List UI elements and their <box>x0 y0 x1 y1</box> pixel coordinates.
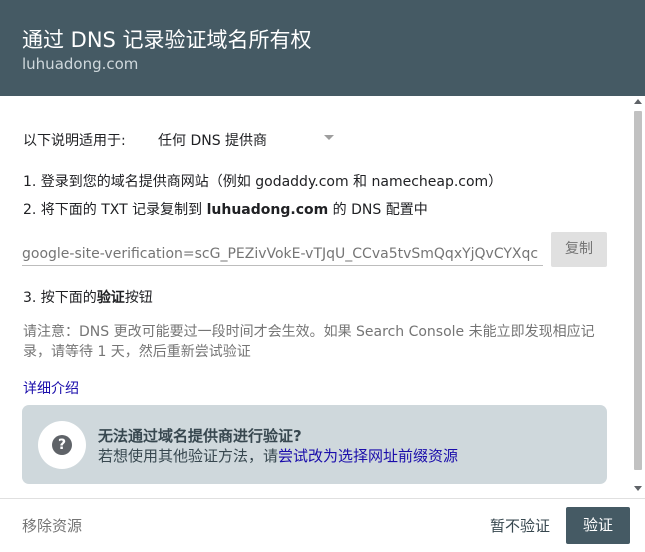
help-title: 无法通过域名提供商进行验证? <box>98 427 302 445</box>
step-2-suffix: 的 DNS 配置中 <box>328 202 428 218</box>
dialog-header: 通过 DNS 记录验证域名所有权 luhuadong.com <box>0 0 645 96</box>
provider-select[interactable]: 任何 DNS 提供商 <box>150 122 340 152</box>
provider-label: 以下说明适用于: <box>23 133 126 149</box>
dialog-footer: 移除资源 暂不验证 验证 <box>0 498 645 552</box>
question-mark-glyph: ? <box>52 435 72 455</box>
help-box: ? 无法通过域名提供商进行验证? 若想使用其他验证方法，请尝试改为选择网址前缀资… <box>22 405 607 484</box>
scroll-up-arrow-icon[interactable] <box>634 99 642 104</box>
step-2-prefix: 2. 将下面的 TXT 记录复制到 <box>23 202 207 218</box>
step-2-text: 2. 将下面的 TXT 记录复制到 luhuadong.com 的 DNS 配置… <box>23 199 428 219</box>
dialog-title: 通过 DNS 记录验证域名所有权 <box>22 28 312 52</box>
provider-selected-value: 任何 DNS 提供商 <box>158 133 268 149</box>
dialog-subtitle: luhuadong.com <box>22 55 139 73</box>
step-3-text: 3. 按下面的验证按钮 <box>23 287 153 307</box>
verify-later-button[interactable]: 暂不验证 <box>490 515 550 536</box>
txt-record-field[interactable]: google-site-verification=scG_PEZivVokE-v… <box>22 242 543 266</box>
scrollbar-thumb[interactable] <box>634 111 642 470</box>
step-1-text: 1. 登录到您的域名提供商网站（例如 godaddy.com 和 nameche… <box>23 174 503 190</box>
step-3-bold: 验证 <box>96 290 125 306</box>
txt-record-value: google-site-verification=scG_PEZivVokE-v… <box>22 246 539 262</box>
help-description: 若想使用其他验证方法，请尝试改为选择网址前缀资源 <box>98 445 458 466</box>
url-prefix-link[interactable]: 尝试改为选择网址前缀资源 <box>278 447 458 465</box>
step-3-prefix: 3. 按下面的 <box>23 290 97 306</box>
verify-dns-dialog: 通过 DNS 记录验证域名所有权 luhuadong.com 以下说明适用于: … <box>0 0 645 552</box>
help-circle-icon: ? <box>38 421 86 469</box>
help-desc-prefix: 若想使用其他验证方法，请 <box>98 447 279 465</box>
remove-property-button[interactable]: 移除资源 <box>22 515 82 536</box>
step-2-domain: luhuadong.com <box>206 202 329 218</box>
more-info-link[interactable]: 详细介绍 <box>23 378 79 398</box>
copy-button[interactable]: 复制 <box>551 232 607 267</box>
content-scrollbar[interactable] <box>631 96 645 498</box>
step-3-suffix: 按钮 <box>124 290 153 306</box>
dns-note: 请注意：DNS 更改可能要过一段时间才会生效。如果 Search Console… <box>23 324 595 360</box>
chevron-down-icon <box>324 135 334 140</box>
dialog-content: 以下说明适用于: 任何 DNS 提供商 1. 登录到您的域名提供商网站（例如 g… <box>0 96 632 498</box>
scroll-down-arrow-icon[interactable] <box>634 486 642 491</box>
verify-button[interactable]: 验证 <box>566 507 630 544</box>
